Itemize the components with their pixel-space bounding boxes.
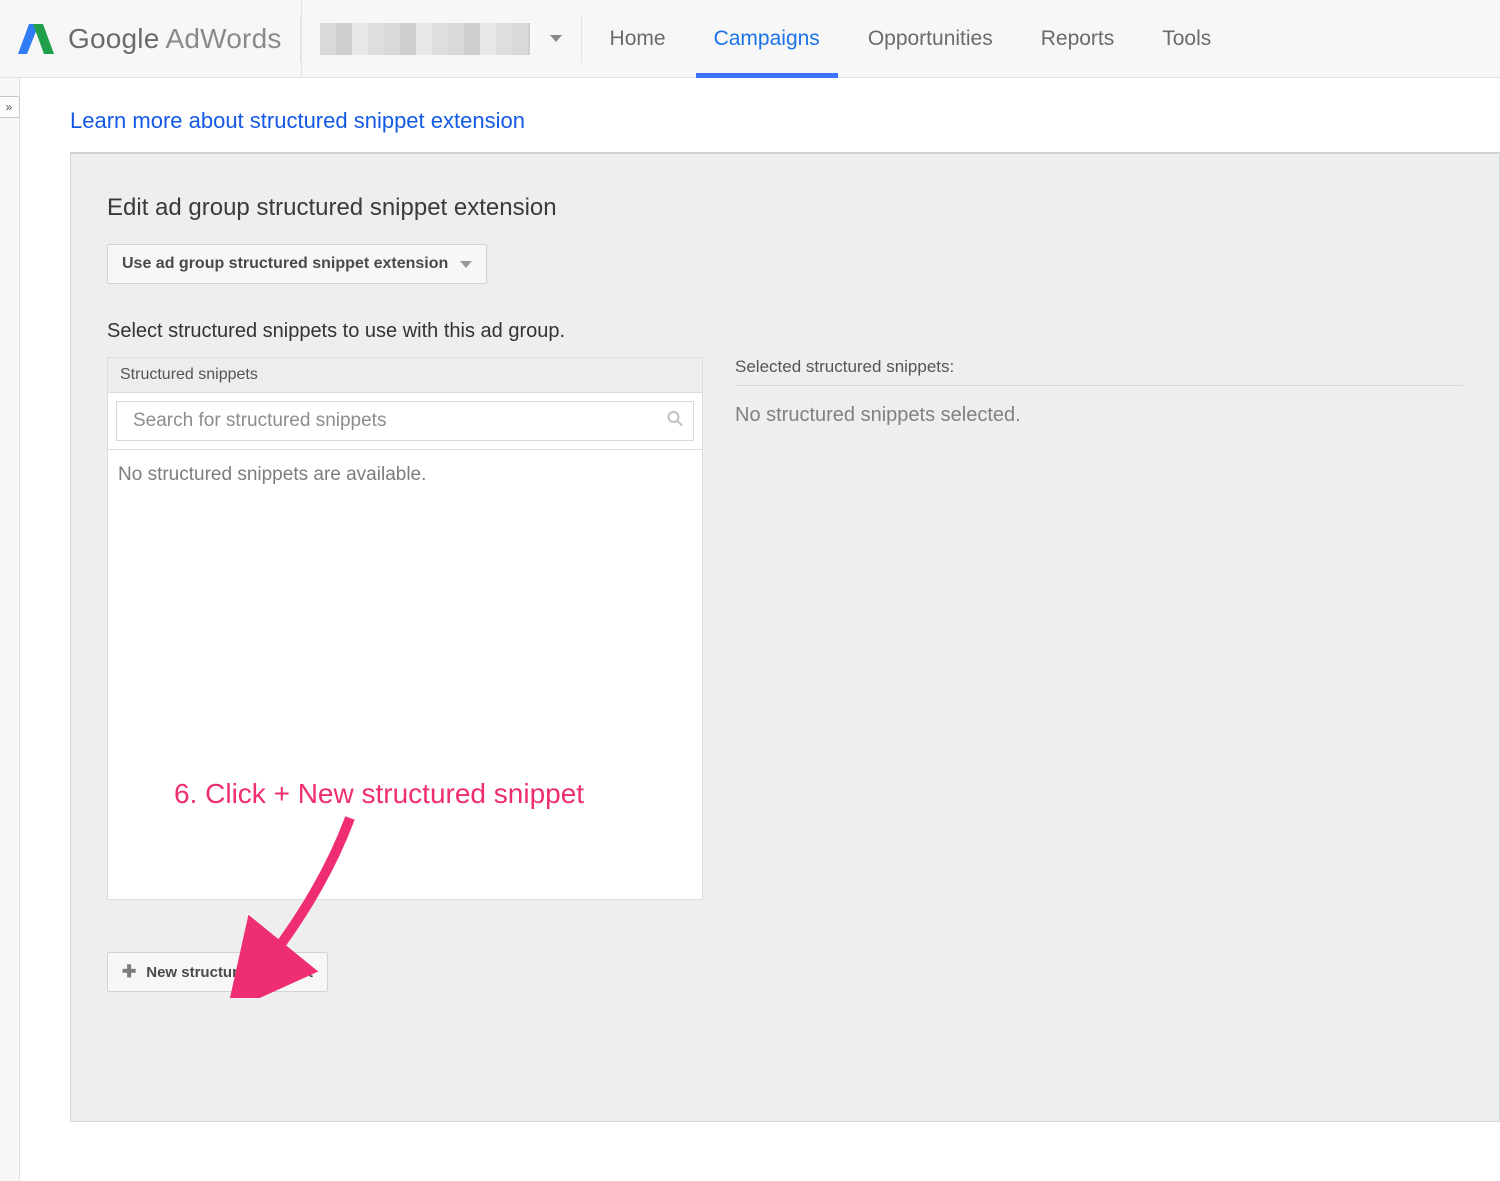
- brand-text: Google AdWords: [68, 23, 282, 55]
- brand-zone: Google AdWords: [0, 0, 300, 77]
- selected-snippets-panel: Selected structured snippets: No structu…: [735, 357, 1463, 427]
- brand-google: Google: [68, 23, 160, 55]
- search-input[interactable]: [117, 402, 693, 440]
- divider: [581, 15, 582, 61]
- available-empty-text: No structured snippets are available.: [118, 464, 426, 485]
- search-icon: [667, 411, 683, 432]
- edit-panel: Edit ad group structured snippet extensi…: [70, 152, 1500, 1122]
- tab-home[interactable]: Home: [586, 0, 690, 77]
- left-drawer-collapsed: »: [0, 78, 20, 1181]
- selected-snippets-header: Selected structured snippets:: [735, 357, 1463, 386]
- selected-empty-text: No structured snippets selected.: [735, 404, 1463, 427]
- tab-opportunities[interactable]: Opportunities: [844, 0, 1017, 77]
- select-instruction: Select structured snippets to use with t…: [107, 320, 1463, 343]
- tab-campaigns[interactable]: Campaigns: [690, 0, 844, 77]
- drawer-toggle[interactable]: »: [0, 96, 20, 118]
- extension-level-label: Use ad group structured snippet extensio…: [122, 255, 448, 273]
- extension-level-dropdown[interactable]: Use ad group structured snippet extensio…: [107, 244, 487, 284]
- adwords-logo[interactable]: Google AdWords: [18, 21, 282, 57]
- search-wrap: [116, 401, 694, 441]
- chevron-down-icon: [550, 35, 562, 42]
- account-name-redacted: [320, 23, 530, 55]
- search-zone: [108, 393, 702, 449]
- expand-icon: »: [6, 100, 13, 114]
- learn-more-link[interactable]: Learn more about structured snippet exte…: [70, 108, 525, 134]
- account-selector[interactable]: [301, 0, 581, 77]
- available-snippets-panel: Structured snippets No structured snippe…: [107, 357, 703, 900]
- tab-tools[interactable]: Tools: [1138, 0, 1235, 77]
- available-snippets-header: Structured snippets: [108, 358, 702, 393]
- new-structured-snippet-button[interactable]: ✚ New structured snippet: [107, 952, 328, 992]
- panel-heading: Edit ad group structured snippet extensi…: [107, 194, 1463, 222]
- tab-reports[interactable]: Reports: [1017, 0, 1139, 77]
- chevron-down-icon: [460, 261, 472, 268]
- workspace: » Learn more about structured snippet ex…: [0, 78, 1500, 1181]
- brand-adwords: AdWords: [166, 23, 282, 55]
- main-content: Learn more about structured snippet exte…: [20, 78, 1500, 1181]
- top-bar: Google AdWords Home Campaigns Opportunit…: [0, 0, 1500, 78]
- picker-row: Structured snippets No structured snippe…: [107, 357, 1463, 900]
- primary-nav: Home Campaigns Opportunities Reports Too…: [586, 0, 1236, 77]
- new-snippet-label: New structured snippet: [146, 964, 313, 981]
- available-snippets-list: No structured snippets are available.: [108, 449, 702, 899]
- plus-icon: ✚: [122, 962, 136, 982]
- adwords-icon: [18, 21, 54, 57]
